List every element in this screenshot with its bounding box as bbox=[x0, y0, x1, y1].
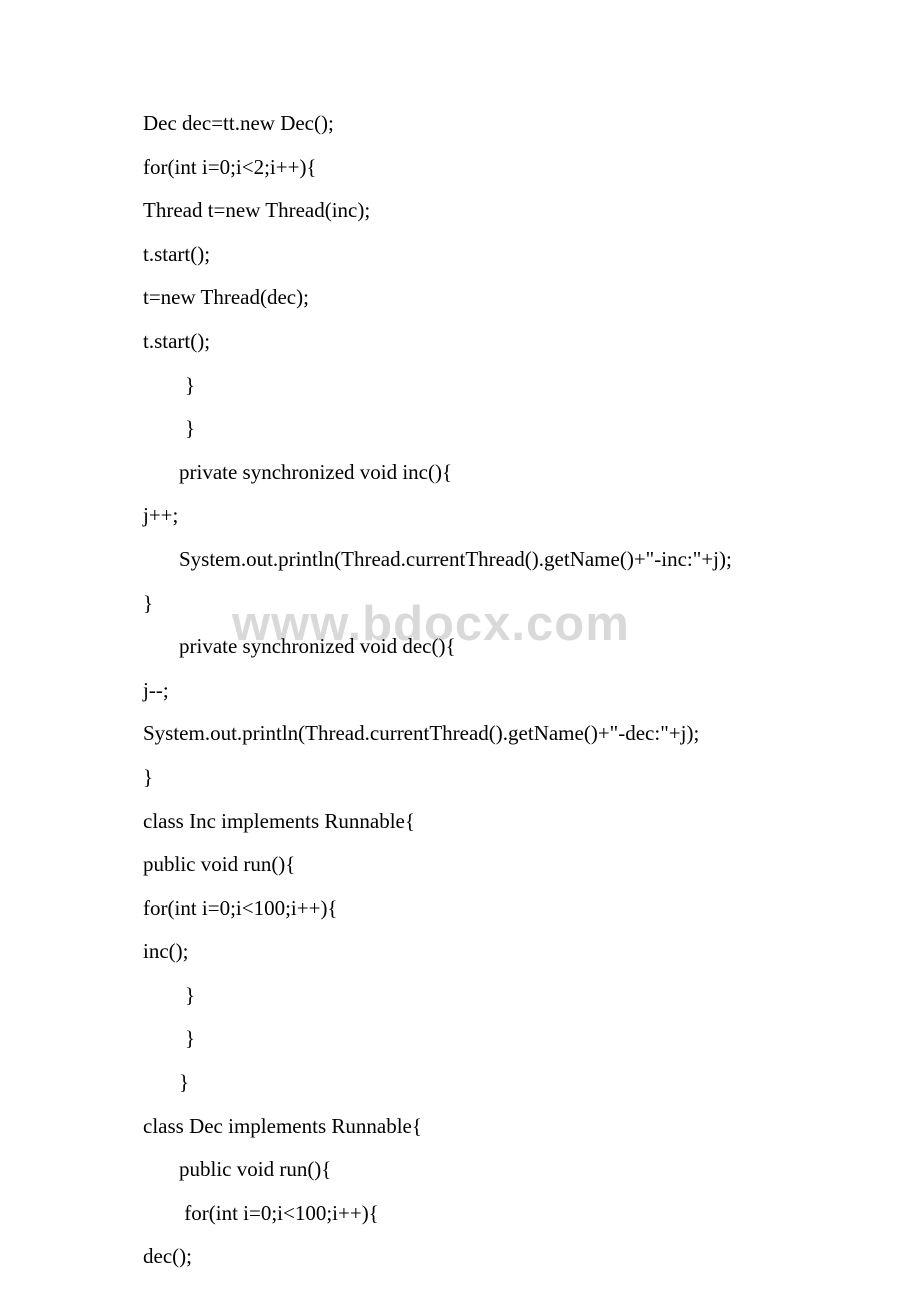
code-line: for(int i=0;i<100;i++){ bbox=[143, 897, 920, 920]
code-line: } bbox=[143, 417, 920, 440]
code-line: } bbox=[143, 766, 920, 789]
code-line: public void run(){ bbox=[143, 853, 920, 876]
code-line: t.start(); bbox=[143, 330, 920, 353]
code-line: } bbox=[143, 1071, 920, 1094]
code-line: j++; bbox=[143, 504, 920, 527]
code-line: Dec dec=tt.new Dec(); bbox=[143, 112, 920, 135]
code-line: } bbox=[143, 984, 920, 1007]
code-line: inc(); bbox=[143, 940, 920, 963]
code-line: private synchronized void dec(){ bbox=[143, 635, 920, 658]
code-line: } bbox=[143, 1027, 920, 1050]
code-line: dec(); bbox=[143, 1245, 920, 1268]
code-line: } bbox=[143, 374, 920, 397]
code-line: for(int i=0;i<100;i++){ bbox=[143, 1202, 920, 1225]
code-line: j--; bbox=[143, 679, 920, 702]
code-line: t.start(); bbox=[143, 243, 920, 266]
code-line: class Dec implements Runnable{ bbox=[143, 1115, 920, 1138]
code-line: t=new Thread(dec); bbox=[143, 286, 920, 309]
code-line: System.out.println(Thread.currentThread(… bbox=[143, 722, 920, 745]
code-line: private synchronized void inc(){ bbox=[143, 461, 920, 484]
code-line: for(int i=0;i<2;i++){ bbox=[143, 156, 920, 179]
code-line: public void run(){ bbox=[143, 1158, 920, 1181]
code-line: class Inc implements Runnable{ bbox=[143, 810, 920, 833]
code-line: Thread t=new Thread(inc); bbox=[143, 199, 920, 222]
code-line: } bbox=[143, 592, 920, 615]
code-block: Dec dec=tt.new Dec(); for(int i=0;i<2;i+… bbox=[143, 112, 920, 1269]
code-line: System.out.println(Thread.currentThread(… bbox=[143, 548, 920, 571]
